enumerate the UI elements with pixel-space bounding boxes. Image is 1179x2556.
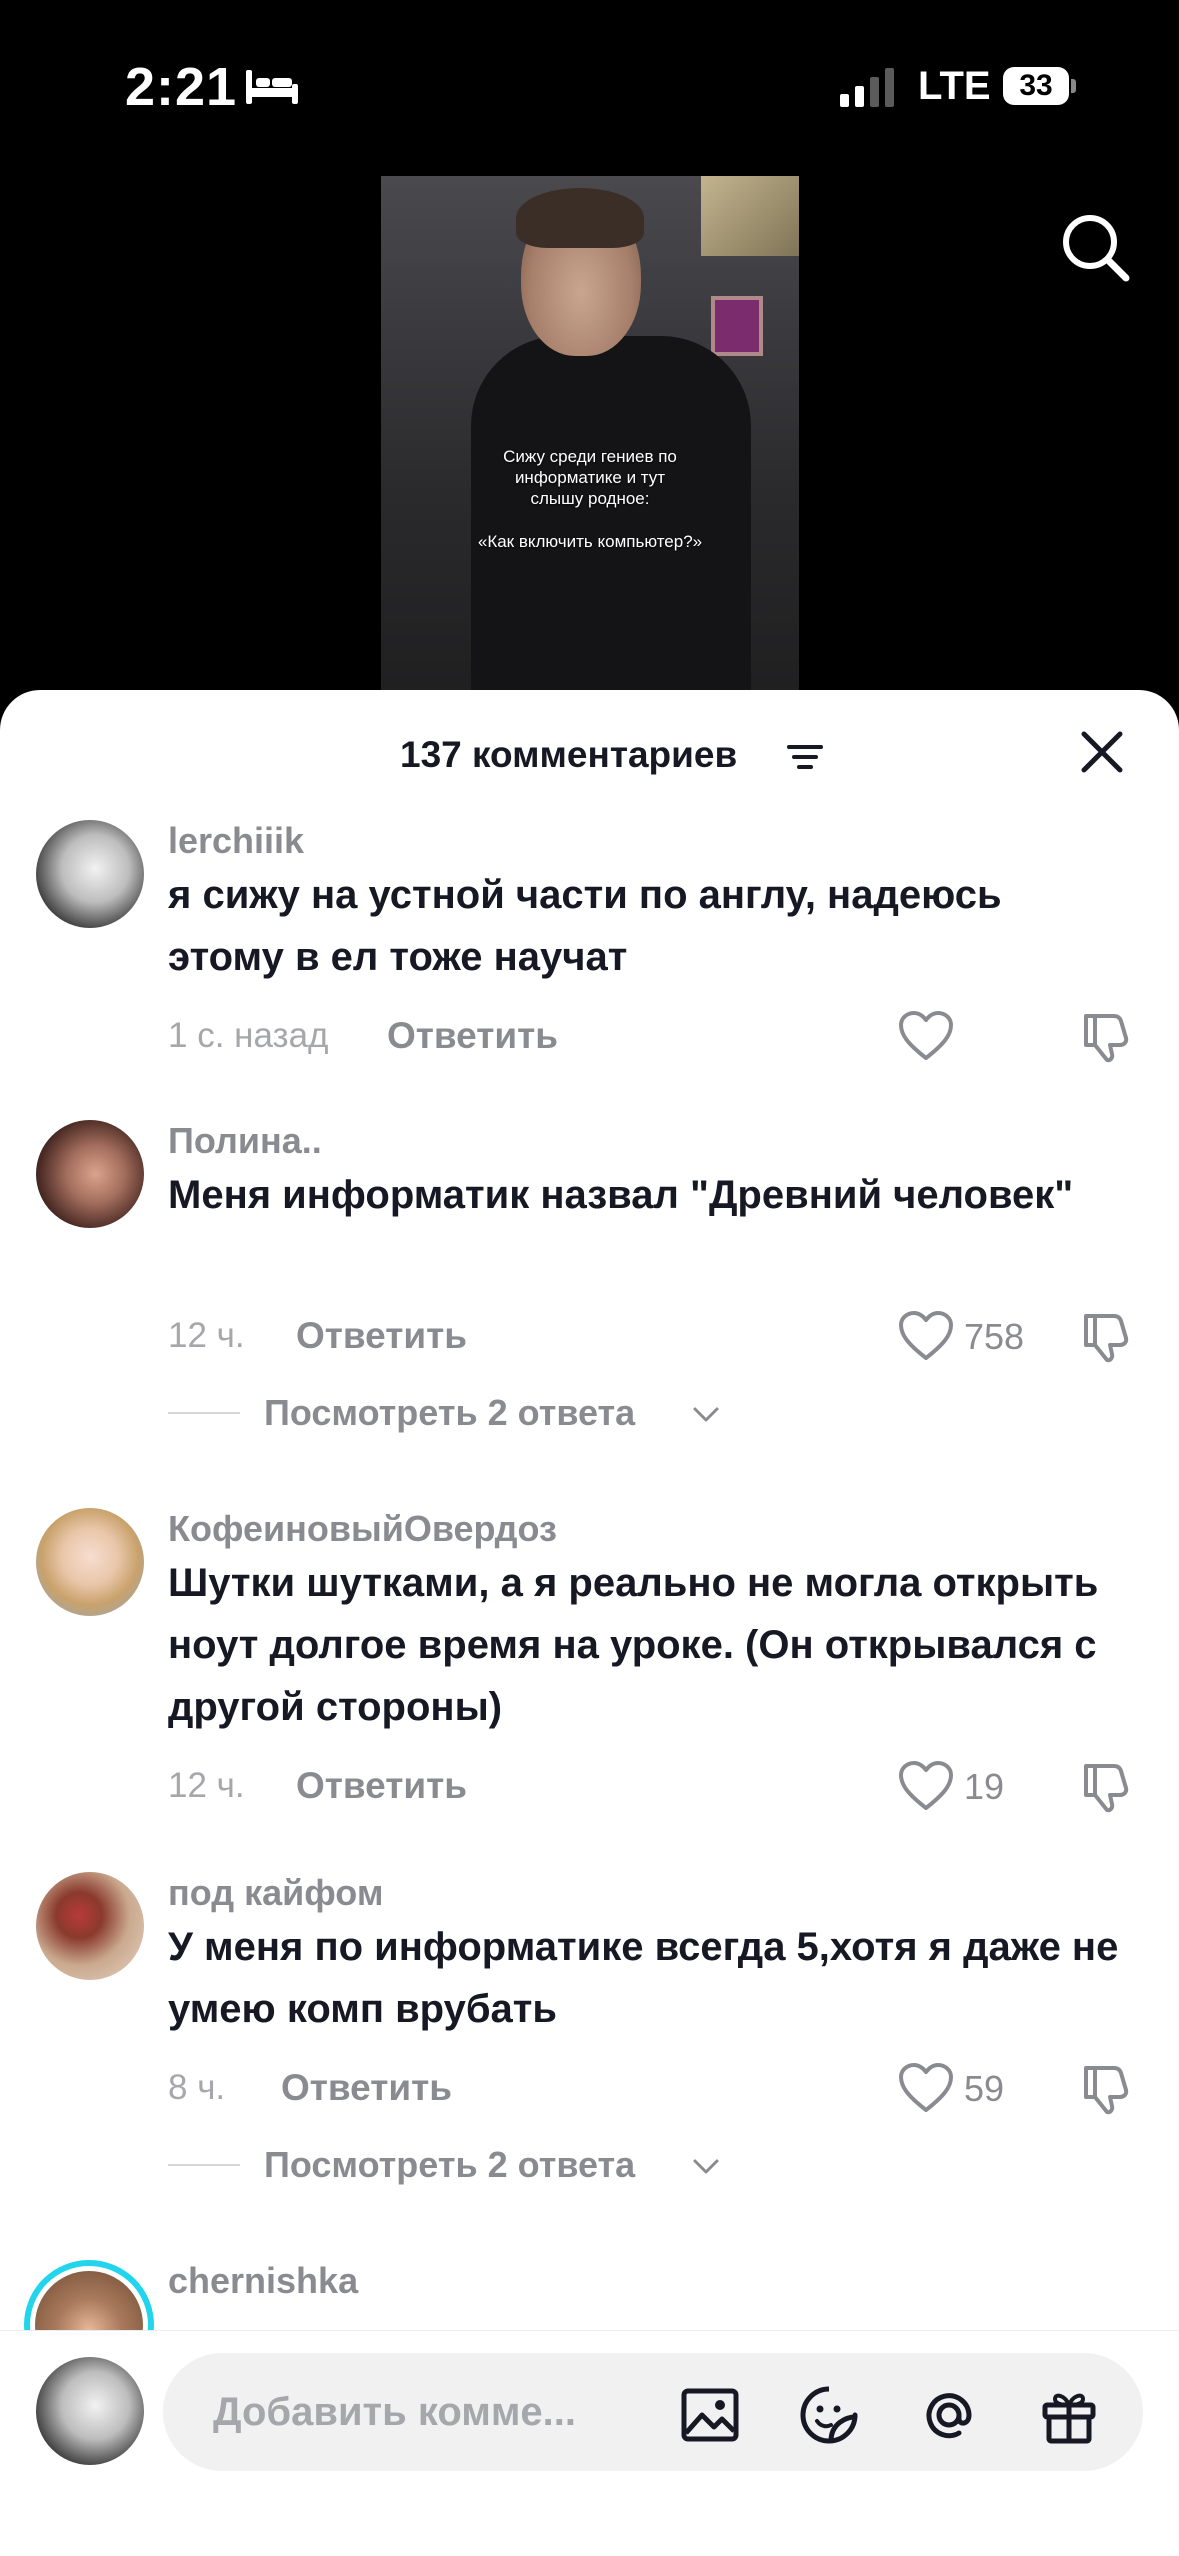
- like-count: 19: [964, 1766, 1005, 1807]
- dislike-icon[interactable]: [1078, 2060, 1134, 2116]
- comment-count: 137 комментариев: [400, 734, 738, 775]
- comment-time: 8 ч.: [168, 2068, 226, 2107]
- avatar[interactable]: [36, 1872, 144, 1980]
- caption-line: информатике и тут: [514, 468, 666, 487]
- comment-text: Меня информатик назвал "Древний человек": [168, 1173, 1074, 1217]
- gift-icon[interactable]: [1037, 2383, 1101, 2447]
- heart-icon[interactable]: [898, 1760, 954, 1812]
- comment-time: 12 ч.: [168, 1316, 245, 1355]
- heart-icon[interactable]: [898, 2062, 954, 2114]
- reply-button[interactable]: Ответить: [296, 1765, 467, 1807]
- replies-divider: [168, 2164, 240, 2166]
- sort-icon[interactable]: [786, 742, 824, 772]
- chevron-down-icon[interactable]: [692, 2158, 720, 2176]
- heart-icon[interactable]: [898, 1310, 954, 1362]
- dislike-icon[interactable]: [1078, 1758, 1134, 1814]
- comment-text: я сижу на устной части по англу, надеюсь…: [168, 873, 1002, 979]
- caption-line: Сижу среди гениев по: [503, 447, 677, 466]
- comment-username[interactable]: lerchiiik: [168, 820, 304, 862]
- avatar[interactable]: [36, 1508, 144, 1616]
- emoji-icon[interactable]: [797, 2383, 861, 2447]
- comment-username[interactable]: КофеиновыйОвердоз: [168, 1508, 557, 1550]
- battery-icon: 33: [1003, 67, 1076, 105]
- bed-icon: [246, 70, 298, 104]
- avatar[interactable]: [36, 1120, 144, 1228]
- sheet-header: 137 комментариев: [0, 690, 1179, 820]
- view-replies-button[interactable]: Посмотреть 2 ответа: [264, 1392, 635, 1434]
- comment-username[interactable]: chernishka: [168, 2260, 358, 2302]
- video-preview[interactable]: Сижу среди гениев по информатике и тут с…: [381, 176, 799, 706]
- search-icon[interactable]: [1058, 210, 1132, 284]
- comment-input-pill[interactable]: [163, 2353, 1143, 2471]
- comment-time: 12 ч.: [168, 1766, 245, 1805]
- status-time: 2:21: [125, 57, 238, 117]
- chevron-down-icon[interactable]: [692, 1406, 720, 1424]
- video-caption: Сижу среди гениев по информатике и тут с…: [381, 446, 799, 552]
- caption-quote: «Как включить компьютер?»: [477, 532, 703, 551]
- my-avatar: [36, 2357, 144, 2465]
- replies-divider: [168, 1412, 240, 1414]
- comment-text: Шутки шутками, а я реально не могла откр…: [168, 1561, 1099, 1729]
- comment-text: У меня по информатике всегда 5,хотя я да…: [168, 1925, 1119, 2031]
- comment-input-bar: [0, 2330, 1179, 2556]
- heart-icon[interactable]: [898, 1010, 954, 1062]
- battery-level: 33: [1019, 69, 1053, 102]
- mention-icon[interactable]: [917, 2383, 981, 2447]
- comment-input[interactable]: [213, 2353, 693, 2471]
- reply-button[interactable]: Ответить: [296, 1315, 467, 1357]
- dislike-icon[interactable]: [1078, 1008, 1134, 1064]
- comment-username[interactable]: под кайфом: [168, 1872, 383, 1914]
- signal-icon: [840, 68, 894, 107]
- comment-time: 1 с. назад: [168, 1016, 329, 1055]
- view-replies-button[interactable]: Посмотреть 2 ответа: [264, 2144, 635, 2186]
- status-bar: 2:21 LTE 33: [0, 0, 1179, 170]
- avatar[interactable]: [36, 820, 144, 928]
- network-type: LTE: [918, 64, 991, 108]
- like-count: 59: [964, 2068, 1005, 2109]
- dislike-icon[interactable]: [1078, 1308, 1134, 1364]
- close-icon[interactable]: [1078, 728, 1126, 776]
- image-icon[interactable]: [678, 2383, 742, 2447]
- comments-sheet: 137 комментариев lerchiiik я сижу на уст…: [0, 690, 1179, 2556]
- comment-username[interactable]: Полина..: [168, 1120, 322, 1162]
- like-count: 758: [964, 1316, 1025, 1357]
- reply-button[interactable]: Ответить: [387, 1015, 558, 1057]
- reply-button[interactable]: Ответить: [281, 2067, 452, 2109]
- caption-line: слышу родное:: [530, 489, 650, 508]
